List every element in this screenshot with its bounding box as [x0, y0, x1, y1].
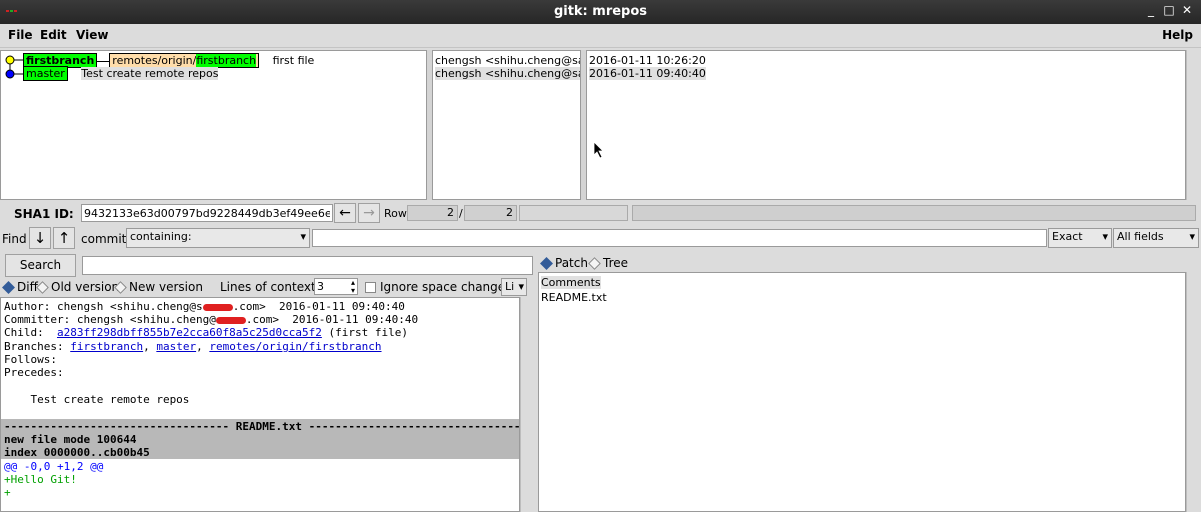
branch-link-firstbranch[interactable]: firstbranch — [70, 340, 143, 353]
commit-date: 2016-01-11 09:40:40 — [589, 67, 706, 80]
status-field — [519, 205, 628, 221]
new-version-radio[interactable]: New version — [114, 280, 203, 294]
branches-line: Branches: firstbranch, master, remotes/o… — [4, 340, 382, 353]
mouse-cursor-icon — [593, 141, 604, 159]
follows-line: Follows: — [4, 353, 57, 366]
context-label: Lines of context: — [220, 280, 320, 294]
commit-list-scrollbar[interactable] — [1186, 50, 1201, 200]
file-list-pane[interactable]: Comments README.txt — [538, 272, 1186, 512]
sha-field[interactable] — [81, 204, 333, 222]
commit-author: chengsh <shihu.cheng@sa — [435, 54, 581, 67]
progress-bar — [632, 205, 1196, 221]
find-label: Find — [2, 232, 27, 246]
committer-line: Committer: chengsh <shihu.cheng@ .com> 20… — [4, 313, 419, 326]
search-input[interactable] — [82, 256, 533, 275]
radio-selected-icon — [540, 256, 553, 270]
menu-bar: File Edit View Help — [0, 24, 1201, 48]
chevron-down-icon: ▾ — [300, 230, 306, 243]
checkbox-icon[interactable] — [365, 282, 376, 293]
commit-label: commit — [81, 232, 127, 246]
radio-icon — [588, 256, 601, 270]
chevron-down-icon: ▾ — [518, 280, 524, 293]
child-line: Child: a283ff298dbff855b7e2cca60f8a5c25d… — [4, 326, 408, 339]
remote-tag[interactable]: remotes/origin/firstbranch — [109, 53, 260, 68]
radio-icon — [114, 280, 127, 294]
diff-mode-dropdown[interactable]: Li ▾ — [501, 278, 527, 296]
forward-arrow-button[interactable]: → — [358, 203, 380, 223]
diff-radio[interactable]: Diff — [2, 280, 38, 294]
find-type-dropdown[interactable]: containing: ▾ — [126, 228, 310, 248]
row-current: 2 — [407, 205, 458, 221]
row-label: Row — [384, 207, 407, 220]
exact-dropdown[interactable]: Exact ▾ — [1048, 228, 1112, 248]
commit-subject: Test create remote repos — [81, 67, 219, 80]
find-up-button[interactable]: ↑ — [53, 227, 75, 249]
minimize-icon[interactable]: _ — [1145, 3, 1157, 17]
commit-row[interactable]: master Test create remote repos — [23, 66, 219, 81]
branch-link-remote[interactable]: remotes/origin/firstbranch — [209, 340, 381, 353]
chevron-down-icon: ▾ — [1102, 230, 1108, 243]
author-pane[interactable]: chengsh <shihu.cheng@sa chengsh <shihu.c… — [432, 50, 581, 200]
menu-help[interactable]: Help — [1162, 28, 1193, 42]
mode-line: new file mode 100644 — [4, 433, 137, 446]
back-arrow-button[interactable]: ← — [334, 203, 356, 223]
context-spinbox[interactable]: 3 ▴ ▾ — [314, 278, 358, 295]
old-version-radio[interactable]: Old version — [36, 280, 119, 294]
file-list-scrollbar[interactable] — [1186, 272, 1201, 512]
find-input[interactable] — [312, 229, 1047, 247]
spin-arrows-icon[interactable]: ▴ ▾ — [351, 279, 355, 295]
menu-view[interactable]: View — [76, 28, 108, 42]
tree-radio[interactable]: Tree — [588, 256, 628, 270]
close-icon[interactable]: ✕ — [1181, 3, 1193, 17]
precedes-line: Precedes: — [4, 366, 64, 379]
window-title: gitk: mrepos — [553, 4, 648, 19]
branch-link-master[interactable]: master — [156, 340, 196, 353]
chevron-down-icon: ▾ — [1189, 230, 1195, 243]
branch-tag[interactable]: master — [23, 66, 68, 81]
sha-label: SHA1 ID: — [14, 207, 74, 221]
search-button[interactable]: Search — [5, 254, 76, 277]
commit-author: chengsh <shihu.cheng@sa — [435, 67, 580, 80]
redaction-mark — [202, 303, 233, 311]
child-commit-link[interactable]: a283ff298dbff855b7e2cca60f8a5c25d0cca5f2 — [57, 326, 322, 339]
fields-dropdown[interactable]: All fields ▾ — [1113, 228, 1199, 248]
row-total: 2 — [464, 205, 517, 221]
ignore-space-checkbox[interactable]: Ignore space change — [365, 280, 505, 294]
commit-date: 2016-01-11 10:26:20 — [589, 54, 706, 67]
redaction-mark — [215, 316, 246, 324]
added-line: + — [4, 486, 11, 499]
title-bar: gitk: mrepos _ □ ✕ — [0, 0, 1201, 24]
date-pane[interactable]: 2016-01-11 10:26:20 2016-01-11 09:40:40 — [586, 50, 1186, 200]
find-down-button[interactable]: ↓ — [29, 227, 51, 249]
commit-graph-icon — [5, 55, 23, 79]
commit-message: Test create remote repos — [4, 393, 190, 406]
commit-graph-pane[interactable]: firstbranch remotes/origin/firstbranch fi… — [0, 50, 427, 200]
details-scrollbar[interactable] — [520, 297, 535, 512]
file-list-item[interactable]: README.txt — [541, 291, 607, 304]
commit-details-pane[interactable]: Author: chengsh <shihu.cheng@s .com> 2016… — [0, 297, 520, 512]
index-line: index 0000000..cb00b45 — [4, 446, 150, 459]
added-line: +Hello Git! — [4, 473, 77, 486]
patch-radio[interactable]: Patch — [540, 256, 588, 270]
row-separator: / — [459, 207, 463, 220]
menu-edit[interactable]: Edit — [40, 28, 67, 42]
maximize-icon[interactable]: □ — [1163, 3, 1175, 17]
radio-icon — [36, 280, 49, 294]
author-line: Author: chengsh <shihu.cheng@s .com> 2016… — [4, 300, 405, 313]
hunk-header: @@ -0,0 +1,2 @@ — [4, 460, 104, 473]
file-list-comments[interactable]: Comments — [541, 276, 601, 289]
radio-selected-icon — [2, 280, 15, 294]
commit-subject: first file — [272, 54, 315, 67]
menu-file[interactable]: File — [8, 28, 33, 42]
file-separator: ---------------------------------- READM… — [4, 420, 520, 433]
